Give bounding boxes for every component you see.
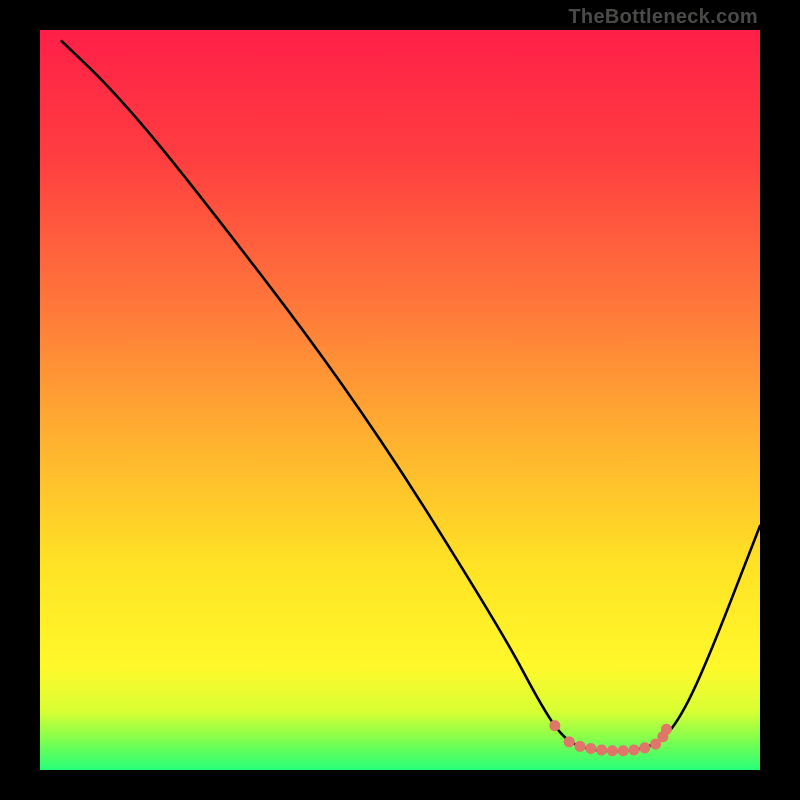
- marker-dot: [549, 720, 560, 731]
- bottleneck-curve: [62, 41, 760, 751]
- curve-markers: [549, 720, 672, 756]
- marker-dot: [639, 742, 650, 753]
- marker-dot: [575, 741, 586, 752]
- marker-dot: [661, 724, 672, 735]
- attribution-text: TheBottleneck.com: [568, 6, 758, 29]
- plot-area: [40, 30, 760, 770]
- marker-dot: [629, 745, 640, 756]
- marker-dot: [618, 745, 629, 756]
- marker-dot: [607, 745, 618, 756]
- marker-dot: [596, 745, 607, 756]
- curve-layer: [40, 30, 760, 770]
- chart-frame: TheBottleneck.com: [0, 0, 800, 800]
- marker-dot: [585, 743, 596, 754]
- marker-dot: [564, 736, 575, 747]
